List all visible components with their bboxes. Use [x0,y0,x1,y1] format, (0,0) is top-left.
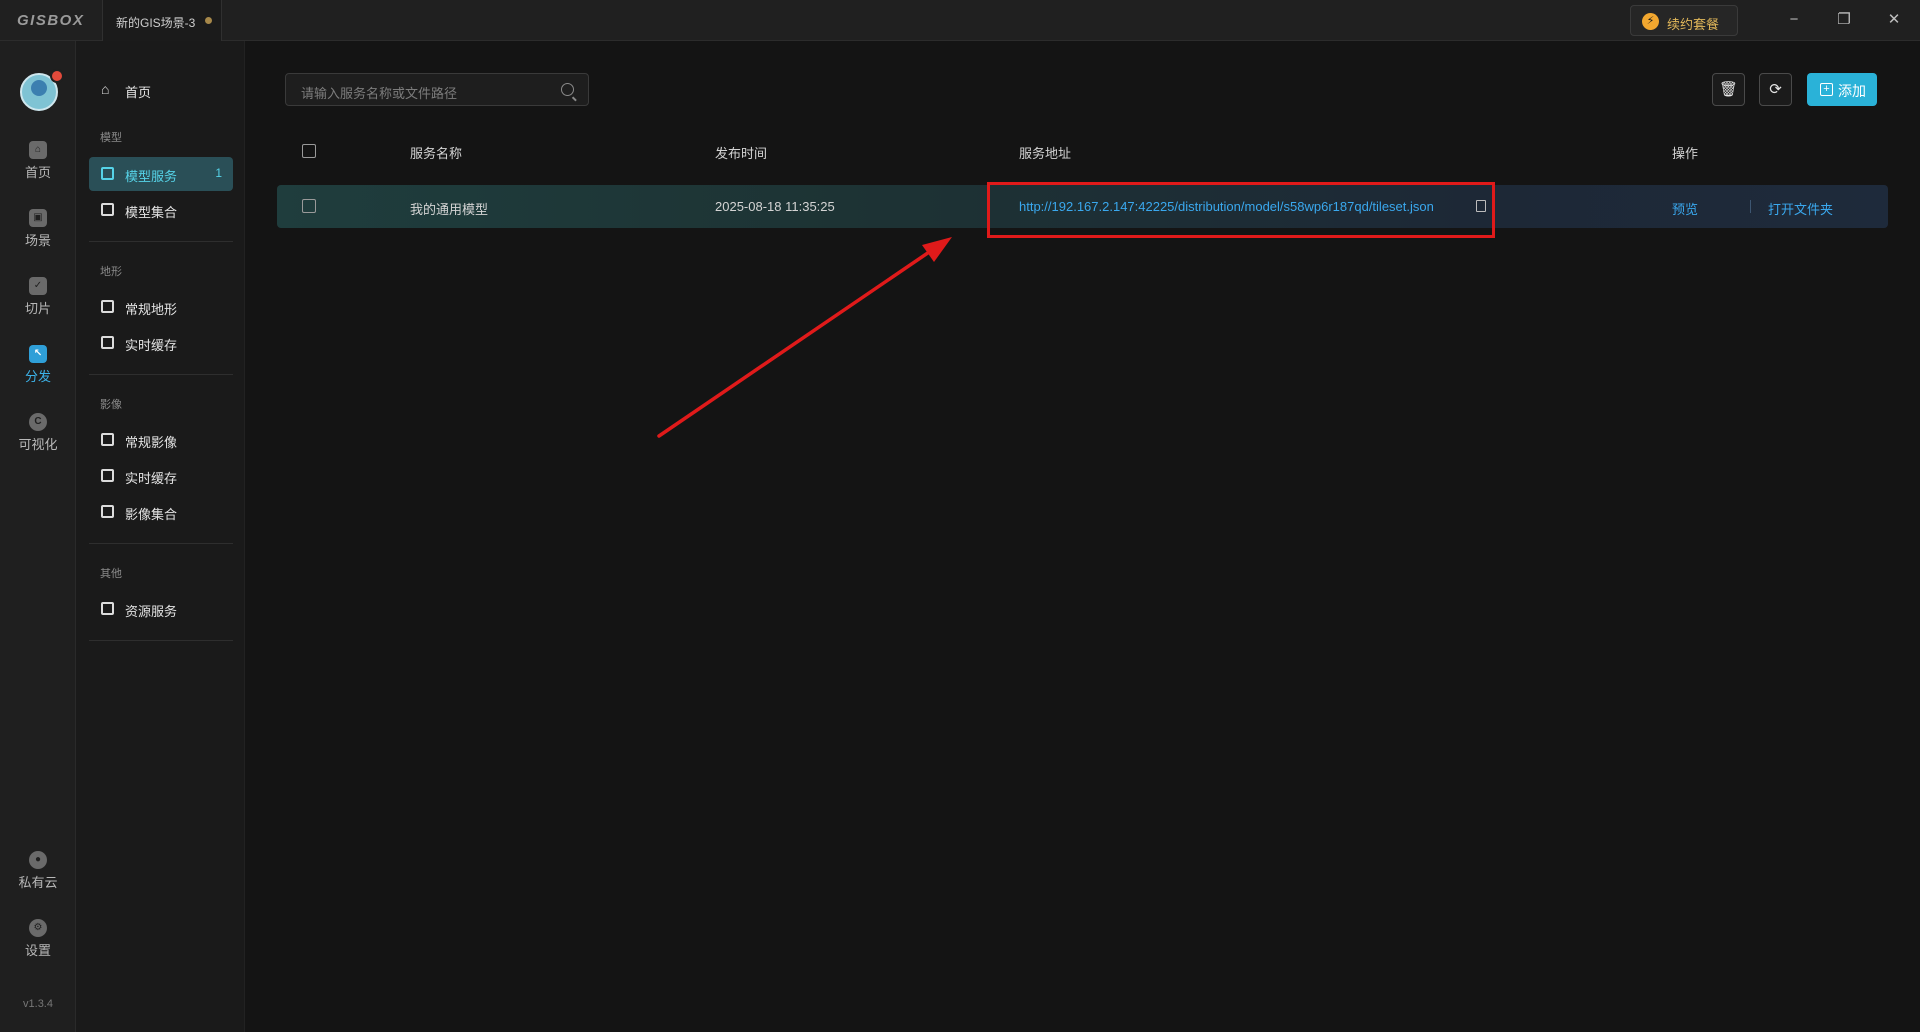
terrain-icon [101,300,114,313]
home-icon: ⌂ [29,141,47,159]
search-placeholder: 请输入服务名称或文件路径 [301,86,458,101]
sidenav-item-imagery-cache[interactable]: 实时缓存 [89,459,233,493]
column-header-ops: 操作 [1672,146,1699,161]
divider [89,640,233,641]
sidenav-item-imagery-collection[interactable]: 影像集合 [89,495,233,529]
divider [1750,200,1751,213]
rail-item-label: 私有云 [18,875,58,890]
nav-group-model: 模型 [100,132,122,144]
renew-plan-button[interactable]: ⚡ 续约套餐 [1630,5,1738,36]
user-icon [31,80,47,96]
service-name: 我的通用模型 [410,202,489,217]
sidenav-item-label: 模型集合 [125,205,178,220]
rail-item-label: 分发 [24,369,51,384]
trash-icon: 🗑 [1718,81,1739,98]
publish-time: 2025-08-18 11:35:25 [715,199,835,214]
column-header-url: 服务地址 [1019,146,1072,161]
delete-button[interactable]: 🗑 [1712,73,1745,106]
count-badge: 1 [215,166,222,180]
terrain-cache-icon [101,336,114,349]
row-checkbox[interactable] [302,199,316,213]
add-button-label: 添加 [1838,83,1866,99]
sidenav-item-imagery-regular[interactable]: 常规影像 [89,423,233,457]
imagery-collection-icon [101,505,114,518]
open-folder-link[interactable]: 打开文件夹 [1768,199,1833,218]
renew-plan-label: 续约套餐 [1667,17,1720,32]
sub-navigation: ⌂ 首页 模型 模型服务 1 模型集合 地形 常规地形 实时缓存 影像 常规影像… [76,41,245,1032]
rail-item-settings[interactable]: ⚙ 设置 [0,919,76,975]
rail-item-home[interactable]: ⌂ 首页 [0,141,76,197]
unsaved-dot [205,17,212,24]
rail-item-label: 设置 [24,943,51,958]
rail-item-private-cloud[interactable]: ● 私有云 [0,851,76,907]
nav-group-imagery: 影像 [100,399,122,411]
plus-icon: + [1820,83,1833,96]
sidenav-item-home[interactable]: ⌂ 首页 [89,73,233,107]
rail-item-slice[interactable]: ✓ 切片 [0,277,76,333]
search-icon[interactable] [561,83,574,96]
nav-group-terrain: 地形 [100,266,122,278]
icon-rail: ⌂ 首页 ▣ 场景 ✓ 切片 ↖ 分发 C 可视化 ● 私有云 ⚙ 设置 v1.… [0,41,76,1032]
sidenav-item-label: 实时缓存 [125,471,178,486]
rail-item-distribute[interactable]: ↖ 分发 [0,345,76,401]
scene-tab[interactable]: 新的GIS场景-3 [102,0,222,41]
scene-tab-label: 新的GIS场景-3 [116,16,196,30]
column-header-name: 服务名称 [410,146,463,161]
visualize-icon: C [29,413,47,431]
rail-item-label: 切片 [24,301,51,316]
model-collection-icon [101,203,114,216]
add-button[interactable]: + 添加 [1807,73,1877,106]
title-bar: GISBOX 新的GIS场景-3 ⚡ 续约套餐 − ❐ ✕ [0,0,1920,41]
version-label: v1.3.4 [23,998,53,1010]
column-header-time: 发布时间 [715,146,768,161]
settings-icon: ⚙ [29,919,47,937]
distribute-icon: ↖ [29,345,47,363]
sidenav-item-label: 常规影像 [125,435,178,450]
sidenav-item-resource-service[interactable]: 资源服务 [89,592,233,626]
sidenav-item-terrain-regular[interactable]: 常规地形 [89,290,233,324]
rail-item-label: 首页 [24,165,51,180]
lock-icon: ● [29,851,47,869]
sidenav-item-label: 常规地形 [125,302,178,317]
slice-icon: ✓ [29,277,47,295]
sidenav-item-label: 影像集合 [125,507,178,522]
preview-link[interactable]: 预览 [1672,199,1698,218]
sidenav-item-model-service[interactable]: 模型服务 1 [89,157,233,191]
sidenav-item-label: 首页 [125,85,152,100]
rail-item-label: 场景 [24,233,51,248]
select-all-checkbox[interactable] [302,144,316,158]
sidenav-item-label: 实时缓存 [125,338,178,353]
notification-badge-icon [50,69,64,83]
sidenav-item-label: 模型服务 [125,169,178,184]
imagery-cache-icon [101,469,114,482]
resource-service-icon [101,602,114,615]
restore-button[interactable]: ❐ [1824,6,1864,34]
close-button[interactable]: ✕ [1874,6,1914,34]
home-icon: ⌂ [101,81,110,97]
minimize-button[interactable]: − [1774,6,1814,34]
nav-group-other: 其他 [100,568,122,580]
divider [89,241,233,242]
sidenav-item-model-collection[interactable]: 模型集合 [89,193,233,227]
search-input[interactable]: 请输入服务名称或文件路径 [285,73,589,106]
sidenav-item-terrain-cache[interactable]: 实时缓存 [89,326,233,360]
refresh-button[interactable]: ⟳ [1759,73,1792,106]
lightning-icon: ⚡ [1642,13,1659,30]
avatar[interactable] [20,69,64,111]
rail-item-visualize[interactable]: C 可视化 [0,413,76,469]
annotation-highlight-box [987,182,1495,238]
refresh-icon: ⟳ [1769,81,1782,98]
divider [89,543,233,544]
rail-item-scene[interactable]: ▣ 场景 [0,209,76,265]
scene-icon: ▣ [29,209,47,227]
sidenav-item-label: 资源服务 [125,604,178,619]
imagery-icon [101,433,114,446]
app-logo: GISBOX [17,12,85,29]
rail-item-label: 可视化 [18,437,58,452]
model-service-icon [101,167,114,180]
divider [89,374,233,375]
